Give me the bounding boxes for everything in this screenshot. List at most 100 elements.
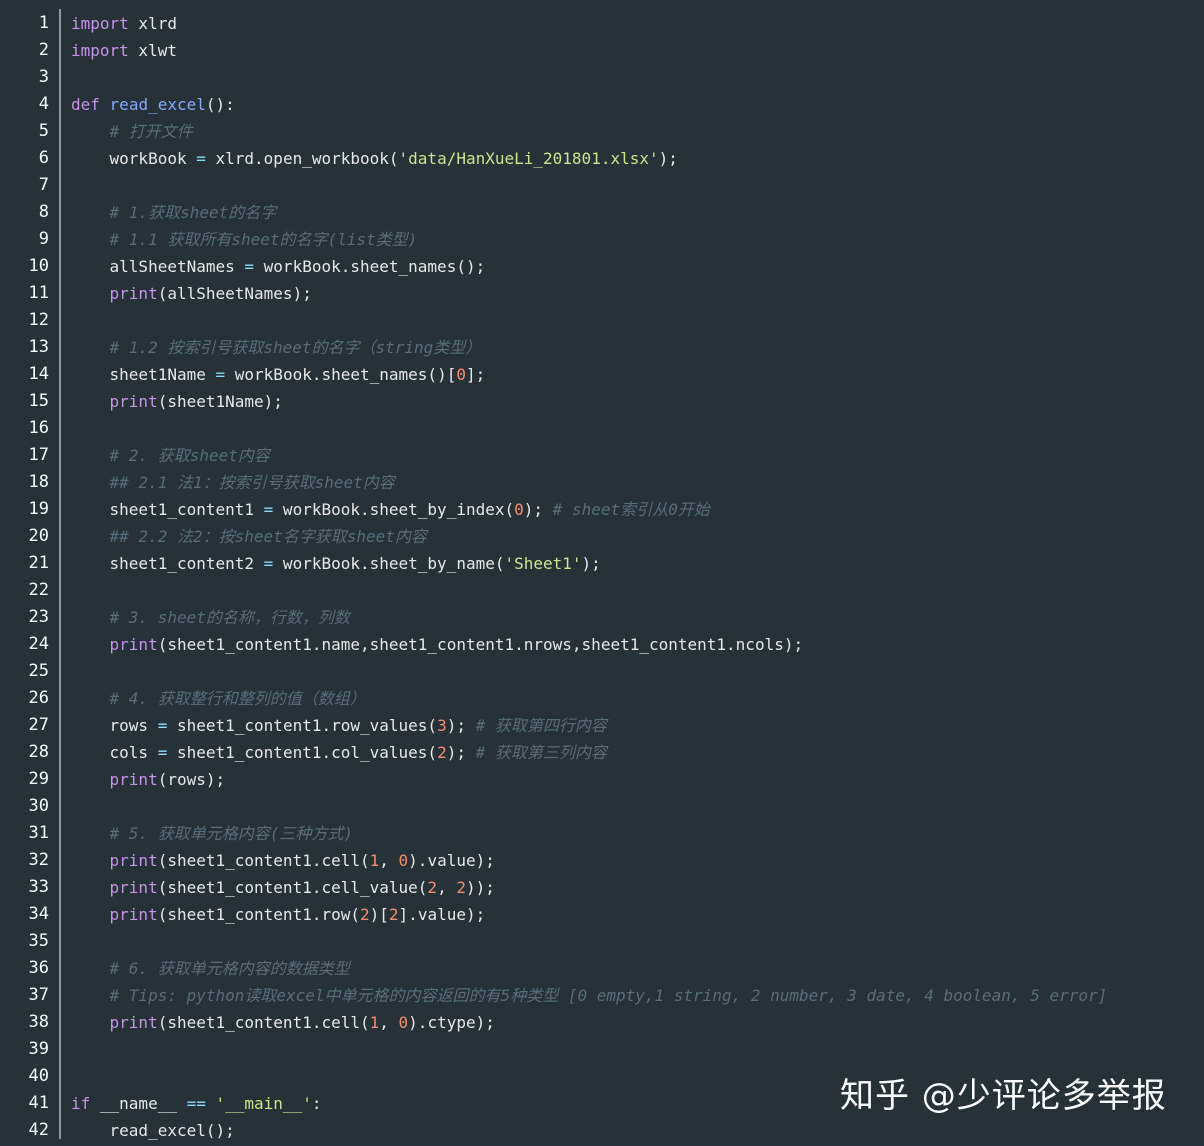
- line-number: 24: [28, 634, 49, 654]
- line-number: 33: [28, 877, 49, 897]
- code-token: # 打开文件: [109, 122, 193, 141]
- code-token: (sheet1_content1.cell(: [157, 1013, 370, 1032]
- code-token: workBook.sheet_names();: [254, 257, 486, 276]
- code-line[interactable]: 16: [0, 415, 1204, 442]
- watermark: 知乎 @少评论多举报: [840, 1076, 1167, 1116]
- line-number: 22: [28, 580, 49, 600]
- line-number: 25: [28, 661, 49, 681]
- code-line[interactable]: 20 ## 2.2 法2：按sheet名字获取sheet内容: [0, 523, 1204, 550]
- code-token: # 1.获取sheet的名字: [109, 203, 277, 222]
- code-token: xlrd.open_workbook(: [205, 149, 399, 168]
- code-token: =: [244, 257, 255, 276]
- code-text: print(sheet1_content1.name,sheet1_conten…: [71, 631, 804, 658]
- code-token: 0: [456, 365, 466, 384]
- line-number: 39: [28, 1039, 49, 1059]
- code-token: import: [71, 41, 129, 60]
- code-text: print(sheet1_content1.cell(1, 0).value);: [71, 847, 495, 874]
- code-token: import: [71, 14, 129, 33]
- code-text: rows = sheet1_content1.row_values(3); # …: [71, 712, 607, 739]
- code-line[interactable]: 15 print(sheet1Name);: [0, 388, 1204, 415]
- code-line[interactable]: 36 # 6. 获取单元格内容的数据类型: [0, 955, 1204, 982]
- code-line[interactable]: 4 def read_excel():: [0, 91, 1204, 118]
- code-token: =: [157, 743, 168, 762]
- code-text: import xlwt: [71, 37, 177, 64]
- code-line[interactable]: 9 # 1.1 获取所有sheet的名字(list类型): [0, 226, 1204, 253]
- line-number: 15: [28, 391, 49, 411]
- code-line[interactable]: 22: [0, 577, 1204, 604]
- code-line[interactable]: 28 cols = sheet1_content1.col_values(2);…: [0, 739, 1204, 766]
- code-token: (sheet1_content1.name,sheet1_content1.nr…: [157, 635, 804, 654]
- code-line[interactable]: 29 print(rows);: [0, 766, 1204, 793]
- code-token: (sheet1_content1.cell(: [157, 851, 370, 870]
- code-line[interactable]: 19 sheet1_content1 = workBook.sheet_by_i…: [0, 496, 1204, 523]
- code-line[interactable]: 35: [0, 928, 1204, 955]
- code-token: 1: [369, 1013, 380, 1032]
- code-token: 'data/HanXueLi_201801.xlsx': [398, 149, 659, 168]
- code-token: =: [157, 716, 168, 735]
- code-token: # 2. 获取sheet内容: [109, 446, 270, 465]
- code-line[interactable]: 24 print(sheet1_content1.name,sheet1_con…: [0, 631, 1204, 658]
- code-line[interactable]: 1 import xlrd: [0, 10, 1204, 37]
- code-line[interactable]: 37 # Tips: python读取excel中单元格的内容返回的有5种类型 …: [0, 982, 1204, 1009]
- line-number: 21: [28, 553, 49, 573]
- code-line[interactable]: 39: [0, 1036, 1204, 1063]
- code-token: print: [109, 392, 158, 411]
- code-line[interactable]: 38 print(sheet1_content1.cell(1, 0).ctyp…: [0, 1009, 1204, 1036]
- code-line[interactable]: 11 print(allSheetNames);: [0, 280, 1204, 307]
- code-text: allSheetNames = workBook.sheet_names();: [71, 253, 486, 280]
- code-text: # 1.1 获取所有sheet的名字(list类型): [71, 226, 418, 253]
- code-line[interactable]: 25: [0, 658, 1204, 685]
- line-number: 6: [38, 148, 49, 168]
- code-token: print: [109, 878, 158, 897]
- code-line[interactable]: 27 rows = sheet1_content1.row_values(3);…: [0, 712, 1204, 739]
- line-number: 19: [28, 499, 49, 519]
- code-line[interactable]: 10 allSheetNames = workBook.sheet_names(…: [0, 253, 1204, 280]
- code-line[interactable]: 30: [0, 793, 1204, 820]
- code-line[interactable]: 2 import xlwt: [0, 37, 1204, 64]
- code-line[interactable]: 6 workBook = xlrd.open_workbook('data/Ha…: [0, 145, 1204, 172]
- code-line[interactable]: 26 # 4. 获取整行和整列的值（数组）: [0, 685, 1204, 712]
- line-number: 20: [28, 526, 49, 546]
- code-line[interactable]: 3: [0, 64, 1204, 91]
- code-line[interactable]: 33 print(sheet1_content1.cell_value(2, 2…: [0, 874, 1204, 901]
- code-text: sheet1_content1 = workBook.sheet_by_inde…: [71, 496, 710, 523]
- code-line[interactable]: 42 read_excel();: [0, 1117, 1204, 1144]
- code-line[interactable]: 14 sheet1Name = workBook.sheet_names()[0…: [0, 361, 1204, 388]
- code-line[interactable]: 23 # 3. sheet的名称，行数，列数: [0, 604, 1204, 631]
- code-token: 'Sheet1': [504, 554, 582, 573]
- code-token: sheet1Name: [71, 365, 216, 384]
- code-token: # sheet索引从0开始: [552, 500, 710, 519]
- code-token: # 1.1 获取所有sheet的名字(list类型): [109, 230, 418, 249]
- code-token: );: [446, 716, 476, 735]
- code-text: print(sheet1Name);: [71, 388, 283, 415]
- code-token: ():: [205, 95, 235, 114]
- code-line[interactable]: 21 sheet1_content2 = workBook.sheet_by_n…: [0, 550, 1204, 577]
- code-token: =: [263, 554, 274, 573]
- code-token: 0: [398, 1013, 409, 1032]
- code-line[interactable]: 34 print(sheet1_content1.row(2)[2].value…: [0, 901, 1204, 928]
- line-number: 40: [28, 1066, 49, 1086]
- code-editor[interactable]: 1 import xlrd 2 import xlwt 3 4 def read_excel…: [0, 0, 1204, 1146]
- code-token: allSheetNames: [71, 257, 245, 276]
- line-number: 41: [28, 1093, 49, 1113]
- code-line[interactable]: 8 # 1.获取sheet的名字: [0, 199, 1204, 226]
- code-line[interactable]: 7: [0, 172, 1204, 199]
- line-number: 23: [28, 607, 49, 627]
- code-line[interactable]: 17 # 2. 获取sheet内容: [0, 442, 1204, 469]
- code-text: print(allSheetNames);: [71, 280, 312, 307]
- code-line[interactable]: 5 # 打开文件: [0, 118, 1204, 145]
- code-text: # 5. 获取单元格内容(三种方式): [71, 820, 353, 847]
- line-number: 26: [28, 688, 49, 708]
- code-line[interactable]: 18 ## 2.1 法1：按索引号获取sheet内容: [0, 469, 1204, 496]
- code-line[interactable]: 32 print(sheet1_content1.cell(1, 0).valu…: [0, 847, 1204, 874]
- code-line[interactable]: 13 # 1.2 按索引号获取sheet的名字（string类型）: [0, 334, 1204, 361]
- code-text: print(rows);: [71, 766, 226, 793]
- code-line[interactable]: 12: [0, 307, 1204, 334]
- code-line[interactable]: 31 # 5. 获取单元格内容(三种方式): [0, 820, 1204, 847]
